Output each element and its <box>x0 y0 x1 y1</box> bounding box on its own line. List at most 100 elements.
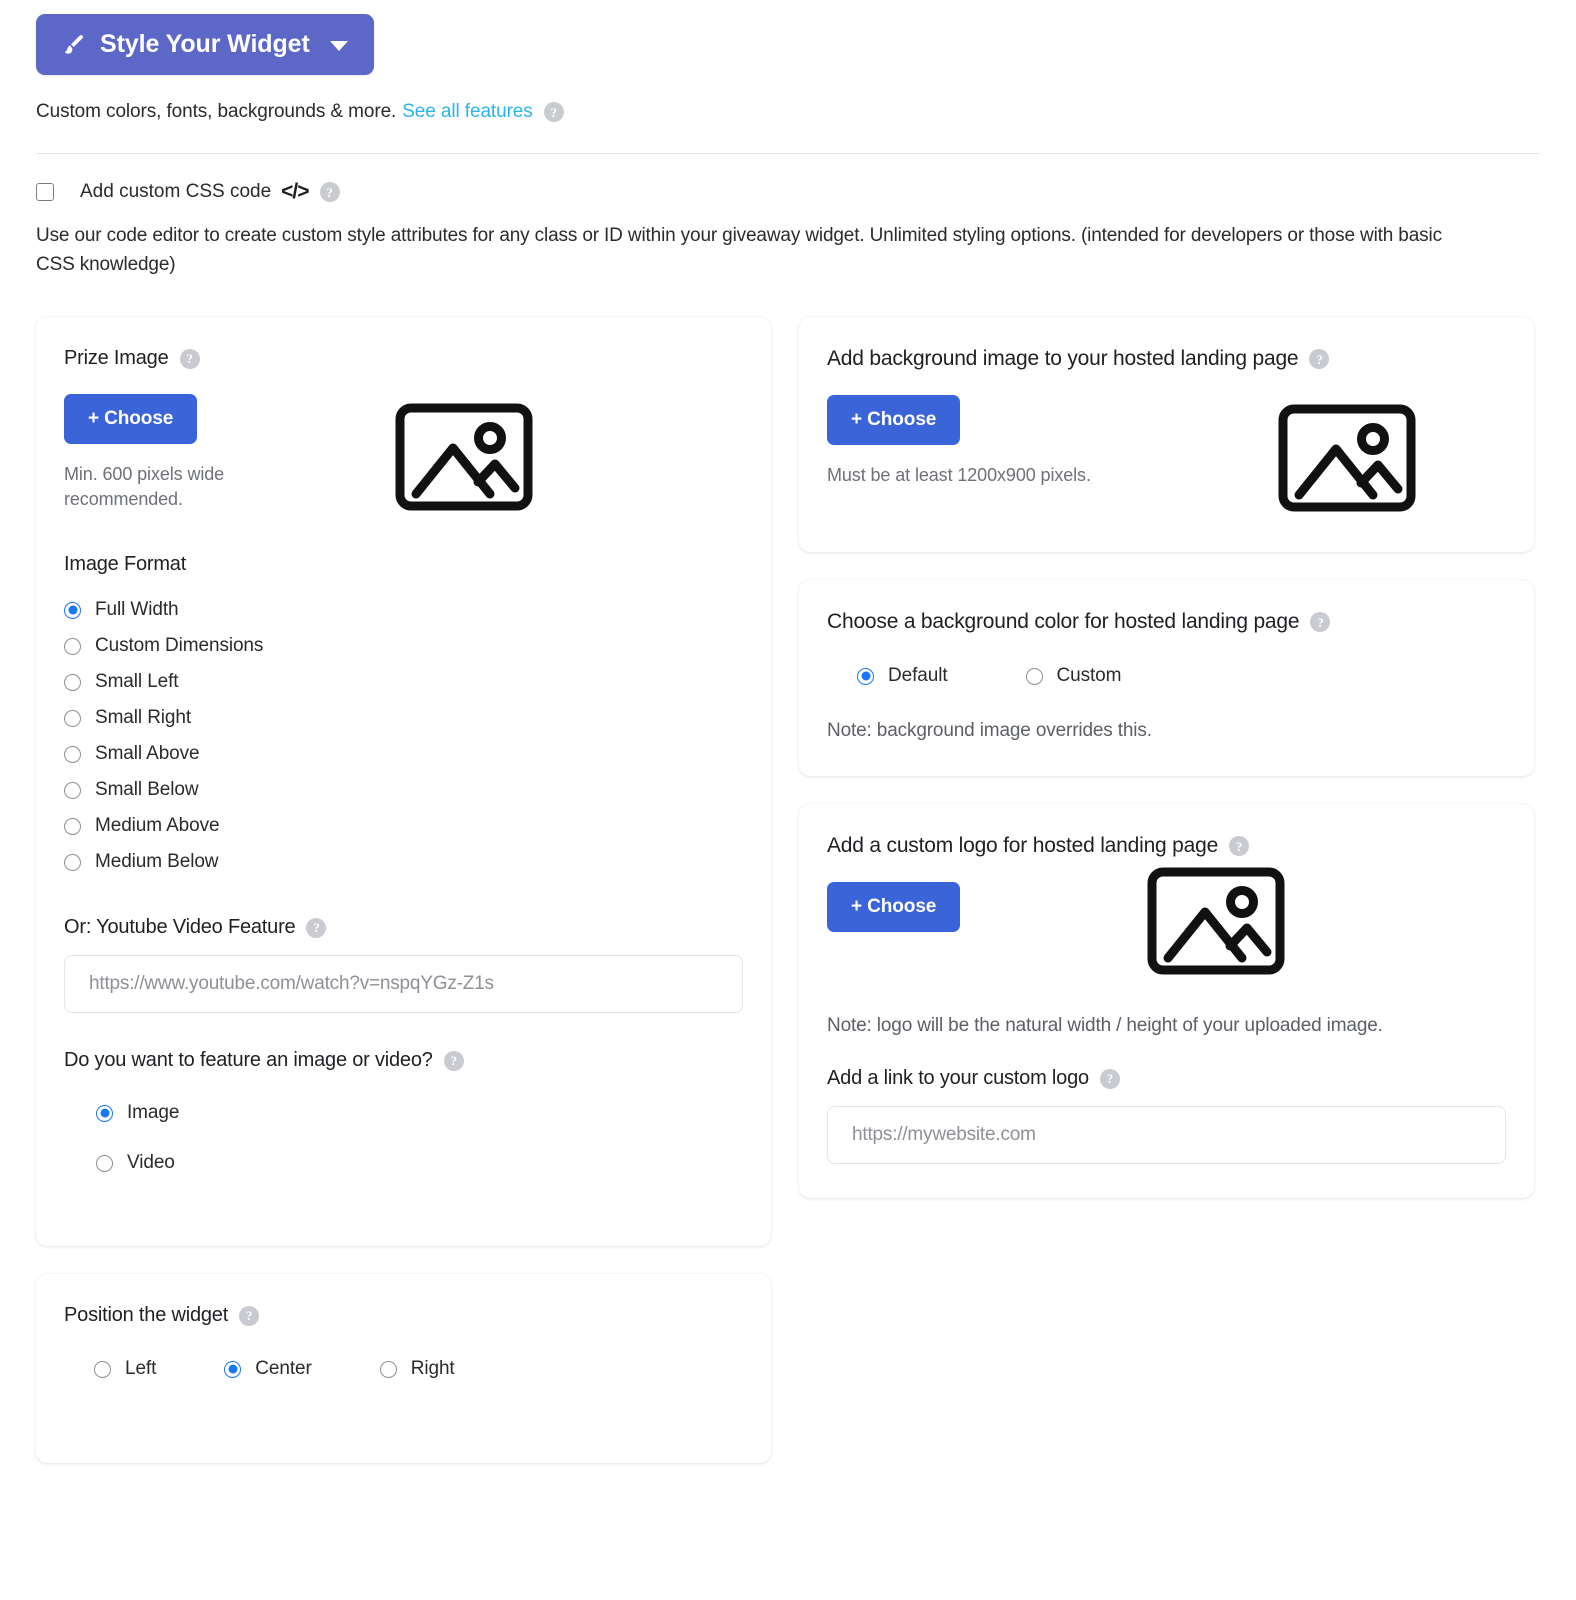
feature-type-label: Do you want to feature an image or video… <box>64 1049 433 1071</box>
background-color-label-1: Custom <box>1056 665 1122 686</box>
prize-image-hint: Min. 600 pixels wide recommended. <box>64 464 225 509</box>
prize-image-title: Prize Image <box>64 347 169 369</box>
image-format-label-2: Small Left <box>95 671 179 692</box>
style-widget-page: Style Your Widget Custom colors, fonts, … <box>0 0 1576 1600</box>
position-radio-2[interactable] <box>379 1360 397 1378</box>
add-custom-css-checkbox[interactable] <box>36 183 54 201</box>
image-format-label-6: Medium Above <box>95 815 220 836</box>
style-your-widget-label: Style Your Widget <box>100 30 310 58</box>
custom-logo-card: Add a custom logo for hosted landing pag… <box>799 804 1534 1198</box>
image-format-option-custom-dimensions[interactable]: Custom Dimensions <box>64 628 743 664</box>
background-color-note: Note: background image overrides this. <box>827 720 1152 741</box>
image-format-label-0: Full Width <box>95 599 179 620</box>
background-image-choose-button[interactable]: + Choose <box>827 395 961 445</box>
youtube-url-input[interactable] <box>64 955 743 1013</box>
image-format-radio-1[interactable] <box>64 637 81 655</box>
chevron-down-icon <box>329 41 348 51</box>
image-format-radio-7[interactable] <box>64 853 81 871</box>
image-format-option-small-left[interactable]: Small Left <box>64 664 743 700</box>
background-image-upload-row: + Choose Must be at least 1200x900 pixel… <box>827 395 1506 518</box>
image-format-radio-5[interactable] <box>64 781 81 799</box>
youtube-feature-label-row: Or: Youtube Video Feature ? <box>64 916 743 939</box>
position-widget-title-row: Position the widget ? <box>64 1304 743 1327</box>
background-color-radio-0[interactable] <box>857 667 874 685</box>
help-icon-feature-type[interactable]: ? <box>443 1050 464 1071</box>
custom-logo-link-label: Add a link to your custom logo <box>827 1067 1089 1089</box>
custom-logo-title: Add a custom logo for hosted landing pag… <box>827 834 1219 857</box>
paintbrush-icon <box>60 32 86 58</box>
background-image-title-row: Add background image to your hosted land… <box>827 347 1506 371</box>
page-header: Style Your Widget Custom colors, fonts, … <box>0 0 1576 123</box>
feature-type-radio-0[interactable] <box>96 1104 113 1122</box>
image-format-label-3: Small Right <box>95 707 192 728</box>
prize-image-choose-button[interactable]: + Choose <box>64 394 198 444</box>
see-all-features-link[interactable]: See all features <box>402 101 533 123</box>
position-label-0: Left <box>125 1358 157 1379</box>
background-color-title-row: Choose a background color for hosted lan… <box>827 610 1506 634</box>
position-widget-radio-row: Left Center Right <box>64 1351 743 1387</box>
background-image-card: Add background image to your hosted land… <box>799 317 1534 552</box>
feature-type-label-row: Do you want to feature an image or video… <box>64 1049 743 1072</box>
image-format-radio-3[interactable] <box>64 709 81 727</box>
help-icon-youtube-feature[interactable]: ? <box>306 917 327 938</box>
image-placeholder-icon <box>1277 403 1417 518</box>
custom-logo-upload-left: + Choose <box>827 882 961 932</box>
background-color-label-0: Default <box>888 665 948 686</box>
image-format-radio-2[interactable] <box>64 673 81 691</box>
feature-type-option-image[interactable]: Image <box>96 1088 743 1138</box>
image-format-option-medium-below[interactable]: Medium Below <box>64 844 743 880</box>
help-icon-features[interactable]: ? <box>543 102 564 122</box>
position-widget-card: Position the widget ? Left Center Right <box>36 1274 771 1463</box>
position-label-2: Right <box>410 1358 455 1379</box>
background-color-radio-1[interactable] <box>1025 667 1043 685</box>
help-icon-background-image[interactable]: ? <box>1309 349 1330 369</box>
custom-logo-link-input[interactable] <box>827 1106 1506 1164</box>
image-format-option-small-above[interactable]: Small Above <box>64 736 743 772</box>
image-format-radio-6[interactable] <box>64 817 81 835</box>
image-format-label: Image Format <box>64 553 187 575</box>
image-format-radio-list: Full Width Custom Dimensions Small Left … <box>64 592 743 880</box>
style-your-widget-button[interactable]: Style Your Widget <box>36 14 374 75</box>
custom-css-description: Use our code editor to create custom sty… <box>36 225 1442 275</box>
image-format-option-small-right[interactable]: Small Right <box>64 700 743 736</box>
image-format-label-4: Small Above <box>95 743 200 764</box>
background-color-title: Choose a background color for hosted lan… <box>827 610 1300 633</box>
youtube-feature-label: Or: Youtube Video Feature <box>64 916 296 938</box>
image-format-radio-0[interactable] <box>64 601 81 619</box>
position-option-left[interactable]: Left <box>94 1351 156 1387</box>
prize-image-title-row: Prize Image ? <box>64 347 743 370</box>
position-option-right[interactable]: Right <box>379 1351 455 1387</box>
prize-image-card: Prize Image ? + Choose Min. 600 pixels w… <box>36 317 771 1246</box>
main-grid: Prize Image ? + Choose Min. 600 pixels w… <box>0 279 1576 1491</box>
position-radio-0[interactable] <box>94 1360 111 1378</box>
help-icon-custom-logo-link[interactable]: ? <box>1099 1068 1120 1089</box>
help-icon-prize-image[interactable]: ? <box>179 348 200 369</box>
feature-type-option-video[interactable]: Video <box>96 1138 743 1188</box>
image-placeholder-icon <box>1146 866 1286 981</box>
background-color-option-default[interactable]: Default <box>857 658 948 694</box>
image-format-option-small-below[interactable]: Small Below <box>64 772 743 808</box>
image-format-option-full-width[interactable]: Full Width <box>64 592 743 628</box>
feature-type-radio-1[interactable] <box>96 1154 113 1172</box>
background-color-option-custom[interactable]: Custom <box>1025 658 1122 694</box>
help-icon-background-color[interactable]: ? <box>1310 612 1331 632</box>
background-image-hint: Must be at least 1200x900 pixels. <box>827 465 1091 485</box>
position-option-center[interactable]: Center <box>224 1351 312 1387</box>
prize-image-upload-left: + Choose Min. 600 pixels wide recommende… <box>64 394 294 512</box>
background-color-card: Choose a background color for hosted lan… <box>799 580 1534 776</box>
subtitle-row: Custom colors, fonts, backgrounds & more… <box>36 101 1540 123</box>
custom-logo-title-row: Add a custom logo for hosted landing pag… <box>827 834 1506 858</box>
help-icon-custom-css[interactable]: ? <box>319 182 340 202</box>
left-column: Prize Image ? + Choose Min. 600 pixels w… <box>36 317 771 1491</box>
right-column: Add background image to your hosted land… <box>799 317 1534 1226</box>
help-icon-custom-logo[interactable]: ? <box>1229 836 1250 856</box>
custom-logo-choose-button[interactable]: + Choose <box>827 882 961 932</box>
image-format-radio-4[interactable] <box>64 745 81 763</box>
image-format-label-7: Medium Below <box>95 851 219 872</box>
image-format-option-medium-above[interactable]: Medium Above <box>64 808 743 844</box>
image-format-label-1: Custom Dimensions <box>95 635 264 656</box>
position-radio-1[interactable] <box>224 1360 242 1378</box>
background-image-upload-left: + Choose Must be at least 1200x900 pixel… <box>827 395 1091 488</box>
help-icon-position-widget[interactable]: ? <box>239 1305 260 1326</box>
image-format-label-5: Small Below <box>95 779 199 800</box>
